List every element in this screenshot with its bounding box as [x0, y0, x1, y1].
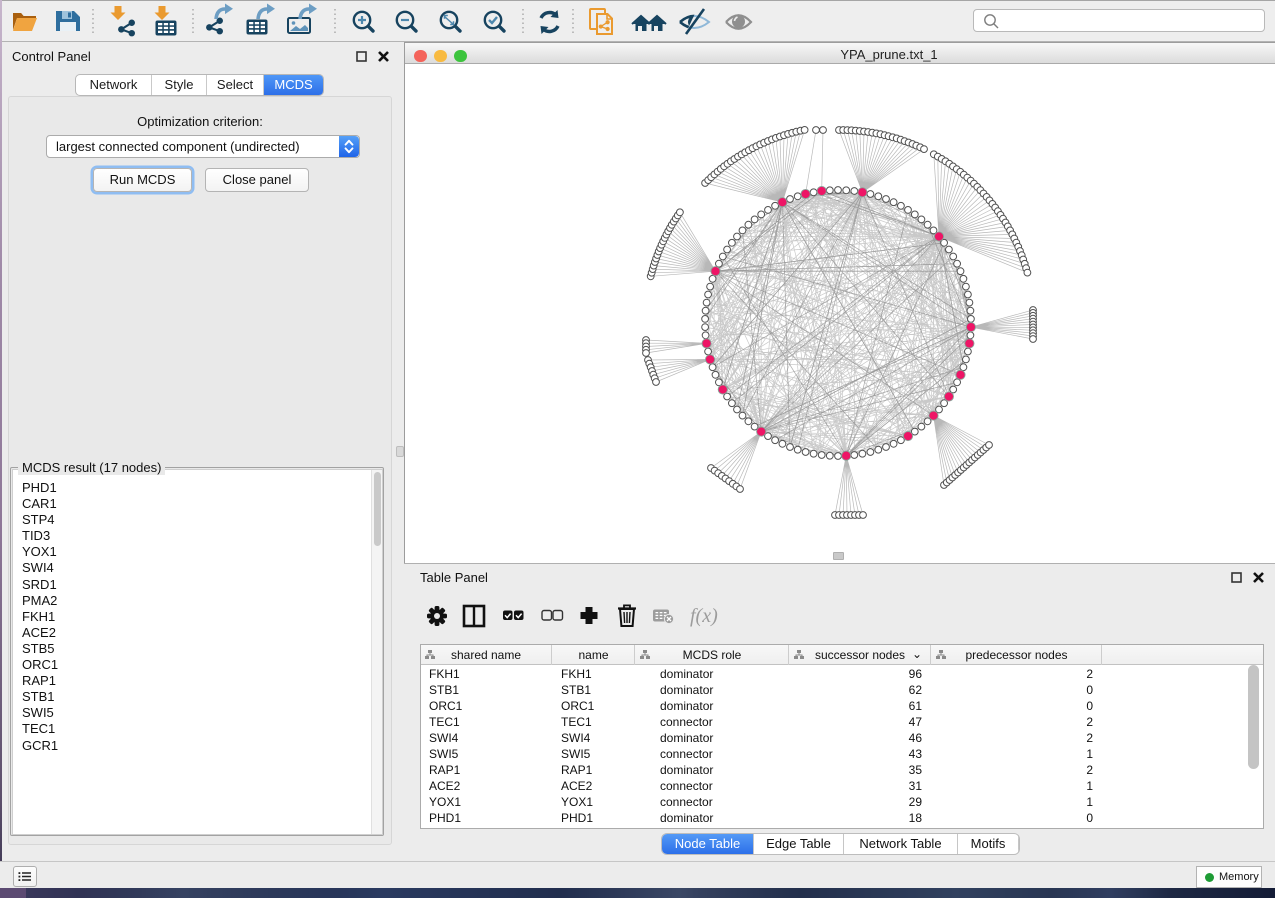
- svg-text:f(x): f(x): [690, 605, 718, 627]
